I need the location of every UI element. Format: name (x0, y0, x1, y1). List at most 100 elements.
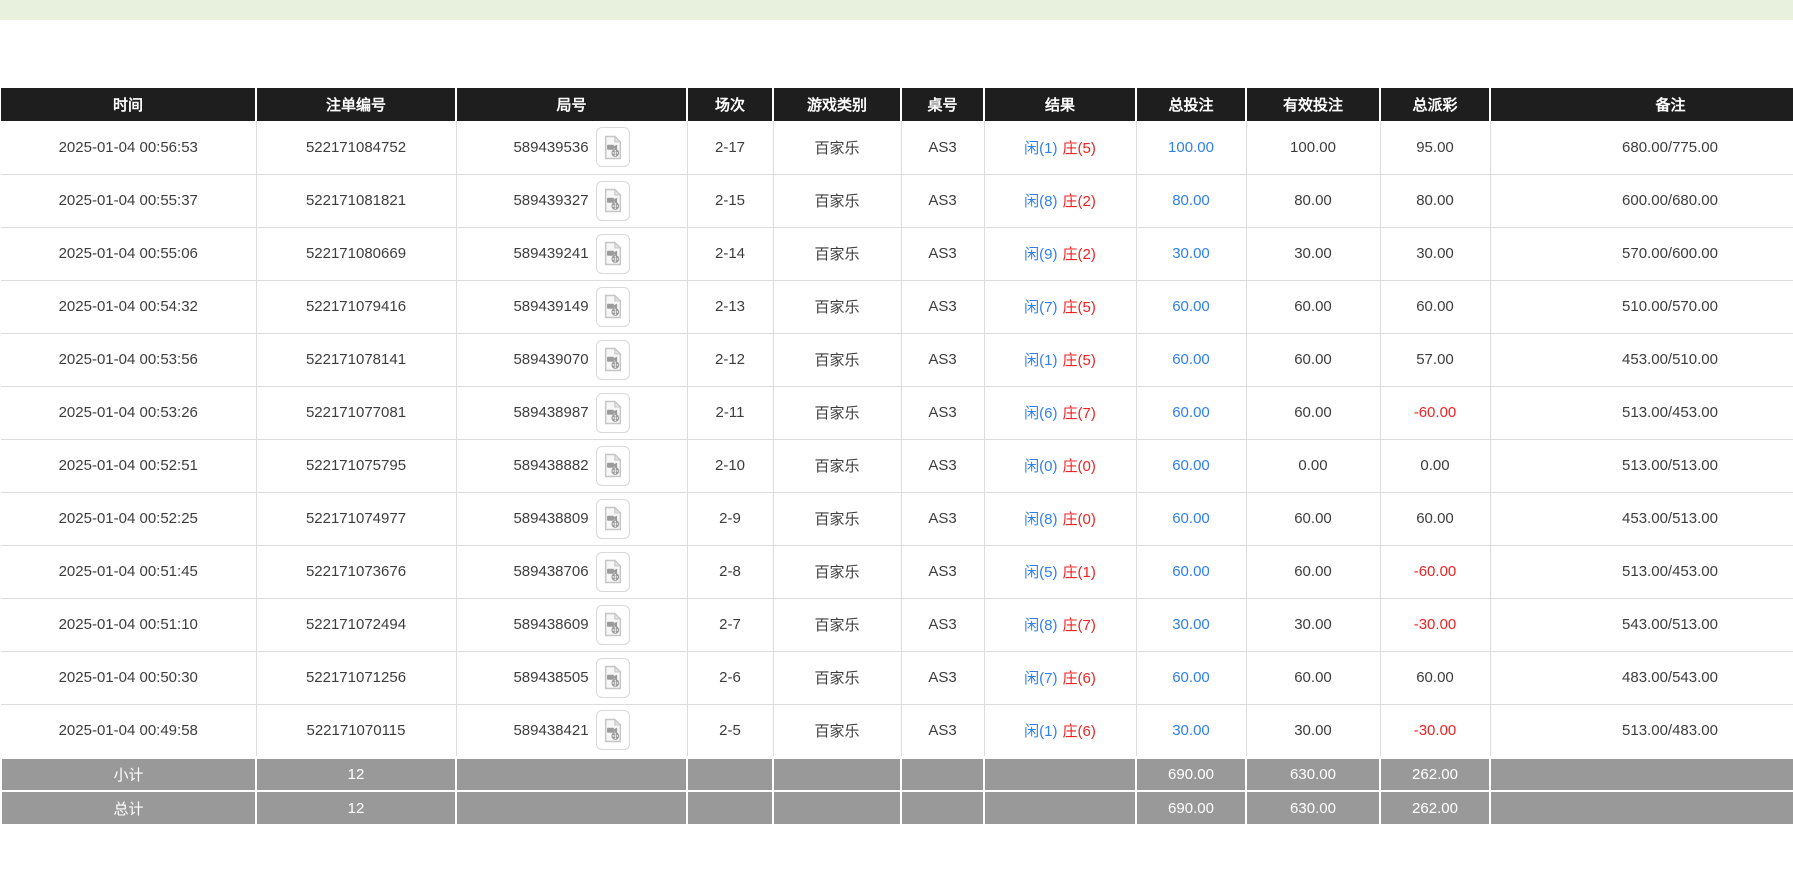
cell-game-type: 百家乐 (773, 121, 901, 174)
cell-session: 2-7 (687, 598, 773, 651)
cell-total-bet[interactable]: 60.00 (1136, 280, 1246, 333)
round-number-wrap: 589438706 (513, 552, 629, 592)
cell-valid-bet: 30.00 (1246, 598, 1380, 651)
cell-total-bet[interactable]: 30.00 (1136, 598, 1246, 651)
video-replay-button[interactable] (596, 446, 630, 486)
cell-payout: -30.00 (1380, 598, 1490, 651)
cell-payout: 80.00 (1380, 174, 1490, 227)
video-replay-button[interactable] (596, 234, 630, 274)
summary-payout: 262.00 (1380, 791, 1490, 825)
video-replay-button[interactable] (596, 287, 630, 327)
video-file-icon (602, 718, 624, 743)
cell-game-type: 百家乐 (773, 492, 901, 545)
cell-round-number: 589438706 (456, 545, 687, 598)
total-row: 总计12690.00630.00262.00 (1, 791, 1793, 825)
cell-table-number: AS3 (901, 545, 984, 598)
cell-table-number: AS3 (901, 121, 984, 174)
cell-payout: 30.00 (1380, 227, 1490, 280)
cell-bet-number: 522171078141 (256, 333, 456, 386)
cell-result: 闲(8)庄(2) (984, 174, 1136, 227)
column-header-8: 有效投注 (1246, 88, 1380, 121)
cell-table-number: AS3 (901, 174, 984, 227)
result-player: 闲(8) (1024, 193, 1057, 210)
cell-total-bet[interactable]: 30.00 (1136, 704, 1246, 757)
video-replay-button[interactable] (596, 658, 630, 698)
cell-session: 2-15 (687, 174, 773, 227)
cell-round-number: 589439070 (456, 333, 687, 386)
cell-total-bet[interactable]: 60.00 (1136, 439, 1246, 492)
cell-table-number: AS3 (901, 439, 984, 492)
cell-total-bet[interactable]: 30.00 (1136, 227, 1246, 280)
video-replay-button[interactable] (596, 499, 630, 539)
result-banker: 庄(6) (1063, 723, 1096, 740)
summary-label: 总计 (1, 791, 256, 825)
video-replay-button[interactable] (596, 127, 630, 167)
column-header-9: 总派彩 (1380, 88, 1490, 121)
cell-bet-number: 522171081821 (256, 174, 456, 227)
cell-game-type: 百家乐 (773, 439, 901, 492)
video-replay-button[interactable] (596, 710, 630, 750)
cell-session: 2-14 (687, 227, 773, 280)
cell-session: 2-11 (687, 386, 773, 439)
round-number-wrap: 589439241 (513, 234, 629, 274)
result-player: 闲(6) (1024, 405, 1057, 422)
round-number-wrap: 589438987 (513, 393, 629, 433)
round-number: 589438609 (513, 616, 588, 633)
summary-table (901, 791, 984, 825)
cell-total-bet[interactable]: 60.00 (1136, 651, 1246, 704)
summary-session (687, 791, 773, 825)
summary-result (984, 757, 1136, 791)
video-file-icon (602, 506, 624, 531)
cell-total-bet[interactable]: 60.00 (1136, 492, 1246, 545)
result-player: 闲(1) (1024, 723, 1057, 740)
video-replay-button[interactable] (596, 393, 630, 433)
cell-remark: 513.00/453.00 (1490, 545, 1793, 598)
cell-table-number: AS3 (901, 386, 984, 439)
cell-result: 闲(1)庄(5) (984, 121, 1136, 174)
cell-time: 2025-01-04 00:51:45 (1, 545, 256, 598)
round-number-wrap: 589438421 (513, 710, 629, 750)
cell-bet-number: 522171071256 (256, 651, 456, 704)
summary-count: 12 (256, 757, 456, 791)
cell-total-bet[interactable]: 80.00 (1136, 174, 1246, 227)
round-number-wrap: 589439149 (513, 287, 629, 327)
cell-round-number: 589438809 (456, 492, 687, 545)
summary-table (901, 757, 984, 791)
header-row: 时间注单编号局号场次游戏类别桌号结果总投注有效投注总派彩备注 (1, 88, 1793, 121)
cell-time: 2025-01-04 00:52:25 (1, 492, 256, 545)
video-replay-button[interactable] (596, 181, 630, 221)
cell-session: 2-10 (687, 439, 773, 492)
summary-remark (1490, 757, 1793, 791)
cell-valid-bet: 30.00 (1246, 227, 1380, 280)
cell-game-type: 百家乐 (773, 280, 901, 333)
cell-table-number: AS3 (901, 492, 984, 545)
cell-remark: 680.00/775.00 (1490, 121, 1793, 174)
summary-remark (1490, 791, 1793, 825)
round-number-wrap: 589438809 (513, 499, 629, 539)
table-header: 时间注单编号局号场次游戏类别桌号结果总投注有效投注总派彩备注 (1, 88, 1793, 121)
cell-table-number: AS3 (901, 598, 984, 651)
cell-total-bet[interactable]: 100.00 (1136, 121, 1246, 174)
round-number: 589438505 (513, 669, 588, 686)
cell-payout: -30.00 (1380, 704, 1490, 757)
cell-total-bet[interactable]: 60.00 (1136, 386, 1246, 439)
table-body: 2025-01-04 00:56:53522171084752589439536… (1, 121, 1793, 757)
cell-total-bet[interactable]: 60.00 (1136, 333, 1246, 386)
result-banker: 庄(5) (1063, 299, 1096, 316)
video-replay-button[interactable] (596, 552, 630, 592)
cell-valid-bet: 60.00 (1246, 651, 1380, 704)
result-player: 闲(8) (1024, 617, 1057, 634)
cell-time: 2025-01-04 00:51:10 (1, 598, 256, 651)
cell-time: 2025-01-04 00:56:53 (1, 121, 256, 174)
cell-table-number: AS3 (901, 704, 984, 757)
video-replay-button[interactable] (596, 340, 630, 380)
table-row: 2025-01-04 00:52:51522171075795589438882… (1, 439, 1793, 492)
cell-remark: 543.00/513.00 (1490, 598, 1793, 651)
video-replay-button[interactable] (596, 605, 630, 645)
cell-remark: 453.00/513.00 (1490, 492, 1793, 545)
result-player: 闲(9) (1024, 246, 1057, 263)
cell-valid-bet: 60.00 (1246, 386, 1380, 439)
cell-result: 闲(9)庄(2) (984, 227, 1136, 280)
cell-total-bet[interactable]: 60.00 (1136, 545, 1246, 598)
cell-session: 2-17 (687, 121, 773, 174)
